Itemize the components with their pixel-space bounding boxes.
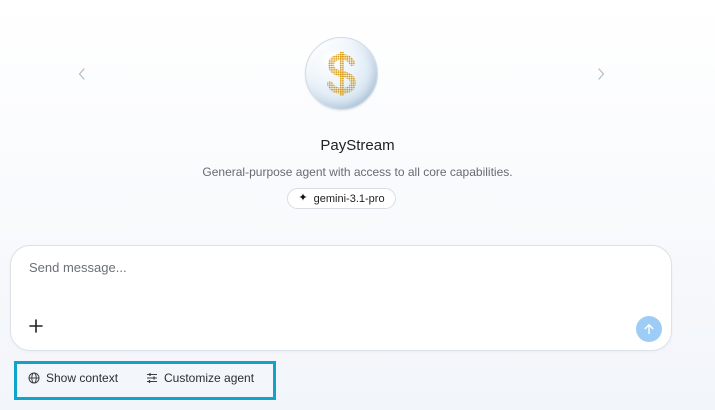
agent-avatar xyxy=(305,37,378,110)
show-context-button[interactable]: Show context xyxy=(28,368,118,388)
dollar-sign-icon xyxy=(326,51,356,96)
sparkle-icon: ✦ xyxy=(298,192,308,204)
agent-description: General-purpose agent with access to all… xyxy=(202,165,513,179)
carousel-prev-button[interactable] xyxy=(71,62,93,86)
plus-icon xyxy=(29,319,43,333)
chevron-left-icon xyxy=(78,68,85,80)
model-label: gemini-3.1-pro xyxy=(313,192,385,205)
agent-name: PayStream xyxy=(320,137,395,154)
model-badge[interactable]: ✦ gemini-3.1-pro xyxy=(287,188,396,209)
customize-agent-button[interactable]: Customize agent xyxy=(146,368,254,388)
chevron-right-icon xyxy=(598,68,605,80)
carousel-next-button[interactable] xyxy=(590,62,612,86)
arrow-up-icon xyxy=(644,324,654,335)
message-input[interactable] xyxy=(29,260,639,300)
message-composer xyxy=(10,245,672,351)
customize-agent-label: Customize agent xyxy=(164,371,255,385)
add-attachment-button[interactable] xyxy=(27,317,45,335)
globe-icon xyxy=(28,372,40,384)
show-context-label: Show context xyxy=(46,371,119,385)
sliders-icon xyxy=(147,373,157,383)
send-button[interactable] xyxy=(636,316,662,342)
